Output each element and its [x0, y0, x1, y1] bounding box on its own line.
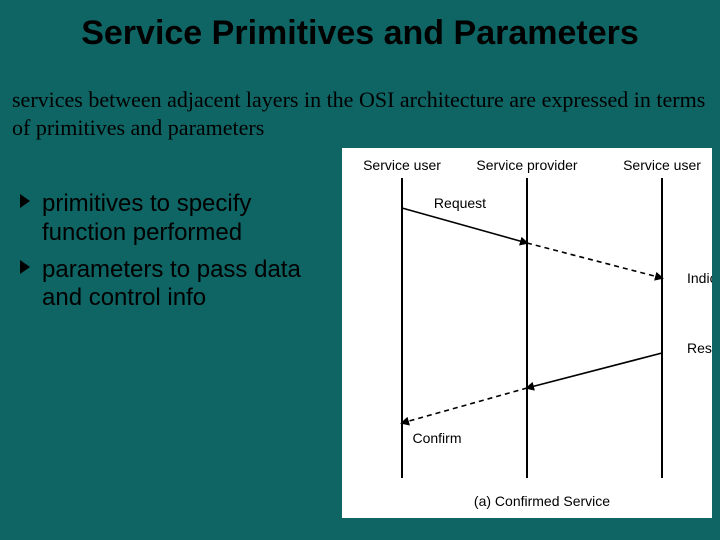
header-left: Service user — [363, 157, 441, 173]
diagram-confirmed-service: Service user Service provider Service us… — [342, 148, 712, 518]
list-item: primitives to specify function performed — [20, 190, 330, 248]
label-request: Request — [434, 195, 486, 211]
list-item: parameters to pass data and control info — [20, 256, 330, 314]
label-confirm: Confirm — [412, 430, 461, 446]
label-response: Response — [687, 340, 712, 356]
bullet-text: parameters to pass data and control info — [42, 256, 301, 312]
arrow-response — [527, 353, 662, 388]
subtitle-text: services between adjacent layers in the … — [12, 86, 708, 141]
diagram-caption: (a) Confirmed Service — [474, 493, 610, 509]
page-title: Service Primitives and Parameters — [0, 14, 720, 53]
arrow-request — [402, 208, 527, 243]
slide: Service Primitives and Parameters servic… — [0, 0, 720, 540]
header-center: Service provider — [476, 157, 577, 173]
bullet-text: primitives to specify function performed — [42, 190, 251, 246]
diagram-svg: Service user Service provider Service us… — [342, 148, 712, 518]
label-indication: Indication — [687, 270, 712, 286]
arrow-confirm — [402, 388, 527, 423]
bullet-marker-icon — [20, 260, 30, 274]
bullet-marker-icon — [20, 194, 30, 208]
header-right: Service user — [623, 157, 701, 173]
bullet-list: primitives to specify function performed… — [20, 190, 330, 321]
arrow-indication — [527, 243, 662, 278]
